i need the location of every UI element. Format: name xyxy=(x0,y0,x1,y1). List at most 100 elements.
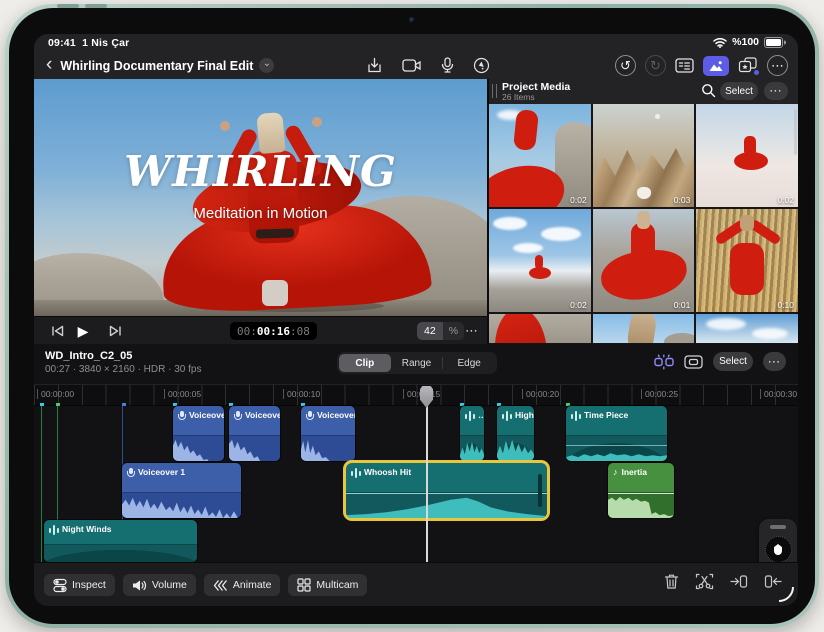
project-media-panel: Project Media 26 Items Select ⋯ 0:02 0:0… xyxy=(489,79,798,344)
media-thumbnail[interactable]: 0:01 xyxy=(592,209,695,312)
timeline-clip-meta: 00:27 · 3840 × 2160 · HDR · 30 fps xyxy=(45,364,202,375)
zoom-value: 42 xyxy=(417,322,443,340)
timeline-clip-whoosh-hit[interactable]: Whoosh Hit xyxy=(346,463,547,518)
clip-duration: 0:02 xyxy=(777,195,795,205)
media-more-button[interactable]: ⋯ xyxy=(764,82,788,100)
media-thumbnail[interactable] xyxy=(592,314,695,343)
ruler-tick: 00:00:20 xyxy=(522,389,559,399)
camera-icon[interactable] xyxy=(402,58,422,73)
timeline-clip-voiceover2a[interactable]: Voiceover 2 xyxy=(173,406,224,461)
play-button[interactable]: ▶ xyxy=(70,317,96,345)
jog-grip xyxy=(770,525,786,529)
timeline-panel: WD_Intro_C2_05 00:27 · 3840 × 2160 · HDR… xyxy=(34,344,798,575)
video-overlay-title: WHIRLING xyxy=(124,147,397,196)
clip-trim-handle[interactable] xyxy=(538,474,542,507)
timeline-tracks[interactable]: Voiceover 2 Voiceover 2 Voiceover 3 … xyxy=(34,406,798,575)
battery-percent: %100 xyxy=(732,36,759,48)
media-library-button[interactable] xyxy=(703,55,729,76)
timecode-display[interactable]: 00: 00:16:08 xyxy=(230,322,317,340)
mode-edge[interactable]: Edge xyxy=(443,354,495,372)
effects-button[interactable] xyxy=(738,57,759,75)
wifi-icon xyxy=(713,37,727,48)
connect-clips-icon[interactable] xyxy=(654,354,674,370)
media-thumbnail[interactable]: 0:02 xyxy=(489,209,591,312)
trim-start-button[interactable] xyxy=(730,574,748,589)
timeline-clip-night-winds[interactable]: Night Winds xyxy=(44,520,197,562)
timeline-select-button[interactable]: Select xyxy=(713,352,753,371)
media-thumbnail[interactable] xyxy=(489,314,591,343)
clip-name: Voiceover 1 xyxy=(138,467,186,477)
ruler-tick: 00:00:10 xyxy=(283,389,320,399)
media-grid: 0:02 0:03 0:02 0:02 0:01 0:10 xyxy=(489,104,798,344)
animate-button[interactable]: Animate xyxy=(203,574,281,596)
screen: 09:41 1 Nis Çar %100 ‹ Whirling Document… xyxy=(34,34,798,606)
project-title[interactable]: Whirling Documentary Final Edit xyxy=(60,59,253,73)
previous-frame-button[interactable] xyxy=(46,317,68,345)
media-thumbnail[interactable]: 0:02 xyxy=(489,104,591,207)
timeline-clip-high[interactable]: High… xyxy=(497,406,534,461)
volume-button[interactable]: Volume xyxy=(122,574,196,596)
playhead-line xyxy=(426,388,428,562)
clip-name: Voiceover 2 xyxy=(245,410,280,420)
import-icon[interactable] xyxy=(366,57,383,74)
app-bar: ‹ Whirling Documentary Final Edit ⌄ ↺ ↻ … xyxy=(34,52,798,79)
jog-dial[interactable] xyxy=(764,536,792,563)
redo-button[interactable]: ↻ xyxy=(645,55,666,76)
clip-duration: 0:01 xyxy=(673,300,691,310)
clip-duration: 0:02 xyxy=(570,195,587,205)
timeline-clip-voiceover2b[interactable]: Voiceover 2 xyxy=(229,406,280,461)
multicam-label: Multicam xyxy=(316,579,359,591)
viewer-preview[interactable]: WHIRLING Meditation in Motion xyxy=(34,79,487,316)
search-icon[interactable] xyxy=(701,83,716,98)
inspect-button[interactable]: Inspect xyxy=(44,574,115,596)
mode-clip[interactable]: Clip xyxy=(339,354,391,372)
blade-split-button[interactable] xyxy=(695,573,714,590)
timeline-more-button[interactable]: ⋯ xyxy=(763,352,786,371)
timeline-ruler[interactable]: 00:00:00 00:00:05 00:00:10 00:00:15 00:0… xyxy=(34,384,798,406)
clip-name: Whoosh Hit xyxy=(364,467,412,477)
timeline-clip-voiceover1[interactable]: Voiceover 1 xyxy=(122,463,241,518)
front-camera xyxy=(409,17,415,23)
media-thumbnail[interactable]: 0:10 xyxy=(696,209,798,312)
clip-name: … xyxy=(478,410,484,420)
browser-view-icon[interactable] xyxy=(675,58,694,73)
delete-button[interactable] xyxy=(664,573,679,590)
microphone-icon[interactable] xyxy=(441,57,454,74)
timeline-clip-title: WD_Intro_C2_05 xyxy=(45,350,133,362)
zoom-level-control[interactable]: 42 % xyxy=(417,322,465,340)
waveform-icon xyxy=(571,411,580,421)
back-chevron-icon[interactable]: ‹ xyxy=(46,55,52,74)
waveform-icon xyxy=(49,525,58,535)
media-scrollbar[interactable] xyxy=(794,109,797,155)
ipad-device: 09:41 1 Nis Çar %100 ‹ Whirling Document… xyxy=(5,4,819,628)
status-date: 1 Nis Çar xyxy=(82,37,130,49)
jog-knob xyxy=(774,544,782,555)
music-note-icon: ♪ xyxy=(613,467,618,477)
multicam-button[interactable]: Multicam xyxy=(288,574,368,596)
undo-button[interactable]: ↺ xyxy=(615,55,636,76)
clip-name: Voiceover 2 xyxy=(189,410,224,420)
timeline-clip-time-piece[interactable]: Time Piece xyxy=(566,406,667,461)
title-chevron-down-icon[interactable]: ⌄ xyxy=(259,58,275,73)
edit-mode-segmented-control: Clip Range Edge xyxy=(337,352,497,374)
viewer-more-button[interactable]: ⋯ xyxy=(460,317,484,345)
appbar-more-button[interactable]: ⋯ xyxy=(767,55,788,76)
timeline-clip-voiceover3[interactable]: Voiceover 3 xyxy=(301,406,355,461)
pencil-tool-icon[interactable] xyxy=(473,57,490,74)
mode-range[interactable]: Range xyxy=(391,354,443,372)
overlay-view-icon[interactable] xyxy=(684,354,703,369)
waveform-icon xyxy=(351,468,360,478)
timeline-clip-ambience[interactable]: … xyxy=(460,406,484,461)
track-guide-line xyxy=(41,406,42,562)
panel-drag-handle[interactable] xyxy=(492,84,497,98)
mic-icon xyxy=(306,411,314,422)
timeline-clip-inertia[interactable]: ♪ Inertia xyxy=(608,463,674,518)
media-select-button[interactable]: Select xyxy=(720,82,758,100)
media-thumbnail[interactable] xyxy=(696,314,798,343)
top-chrome: 09:41 1 Nis Çar %100 ‹ Whirling Document… xyxy=(34,34,798,79)
next-frame-button[interactable] xyxy=(104,317,126,345)
effects-badge-dot xyxy=(754,70,759,75)
video-overlay-subtitle: Meditation in Motion xyxy=(193,205,328,222)
media-thumbnail[interactable]: 0:03 xyxy=(592,104,695,207)
media-thumbnail[interactable]: 0:02 xyxy=(696,104,798,207)
